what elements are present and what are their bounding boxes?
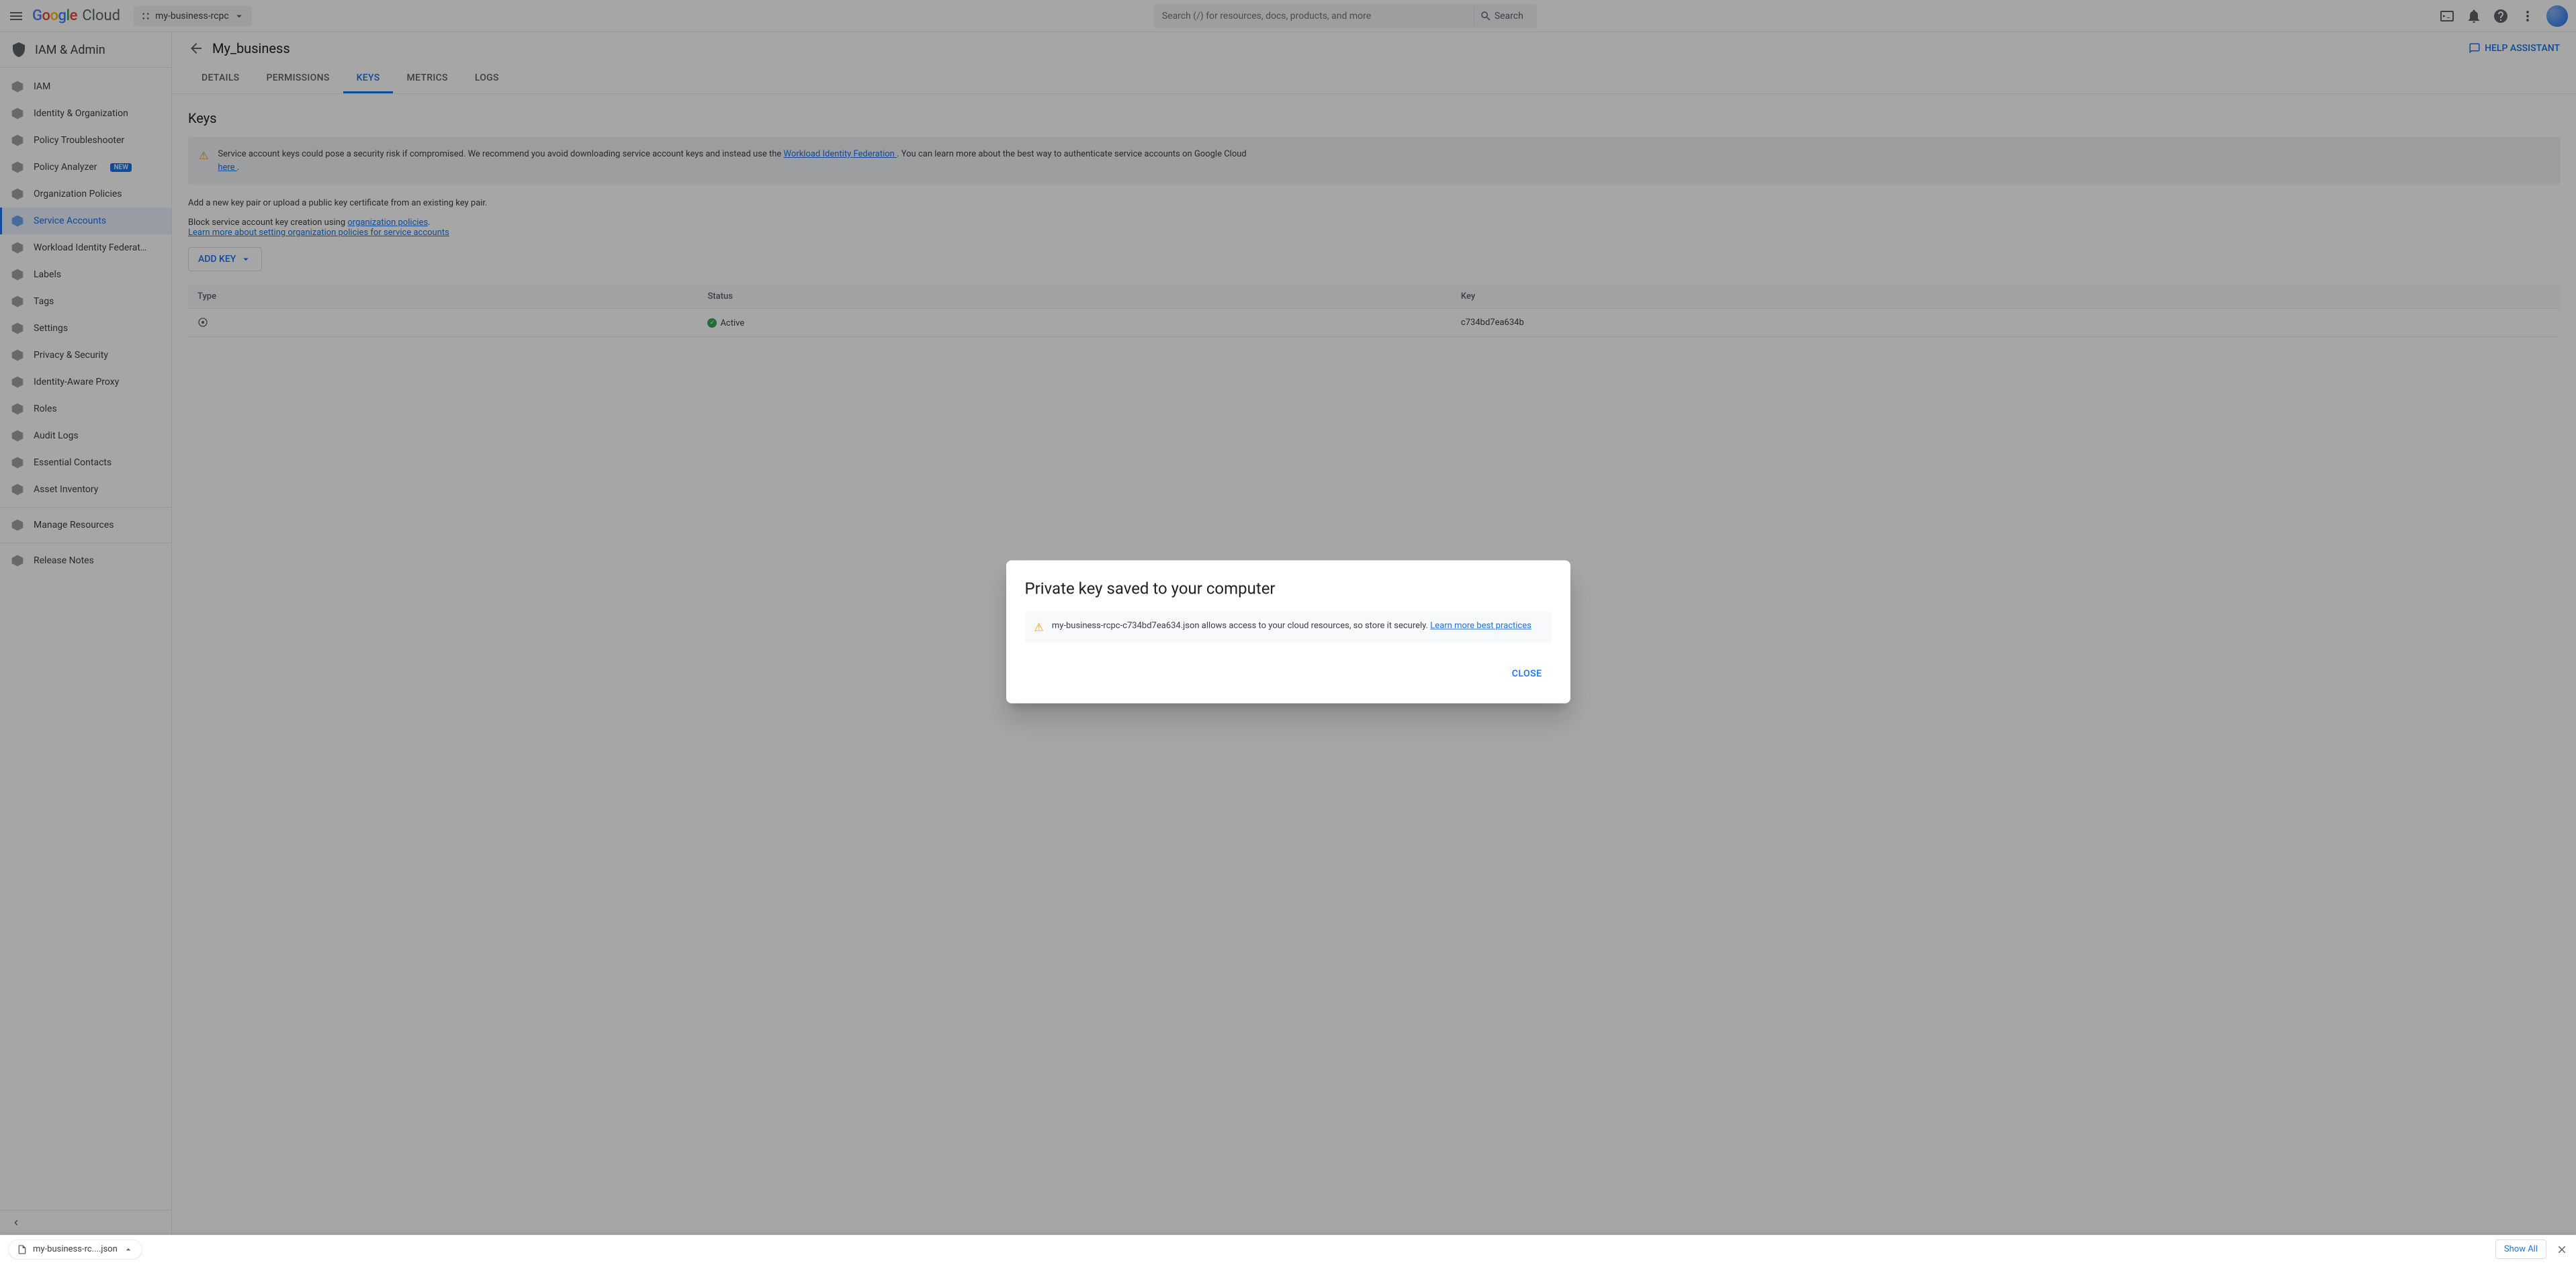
close-icon[interactable] [2556, 1244, 2568, 1256]
show-all-button[interactable]: Show All [2495, 1239, 2546, 1259]
chevron-up-icon [123, 1244, 134, 1255]
best-practices-link[interactable]: Learn more best practices [1430, 620, 1531, 630]
private-key-modal: Private key saved to your computer ⚠ my-… [1006, 560, 1570, 703]
file-icon [17, 1244, 28, 1255]
modal-warn-text: my-business-rcpc-c734bd7ea634.json allow… [1052, 620, 1430, 630]
modal-title: Private key saved to your computer [1025, 579, 1552, 598]
download-chip[interactable]: my-business-rc....json [8, 1239, 142, 1260]
download-bar: my-business-rc....json Show All [0, 1235, 2576, 1263]
close-button[interactable]: CLOSE [1503, 663, 1552, 684]
modal-warning: ⚠ my-business-rcpc-c734bd7ea634.json all… [1025, 611, 1552, 643]
warning-icon: ⚠ [1034, 620, 1044, 633]
download-filename: my-business-rc....json [33, 1244, 118, 1254]
